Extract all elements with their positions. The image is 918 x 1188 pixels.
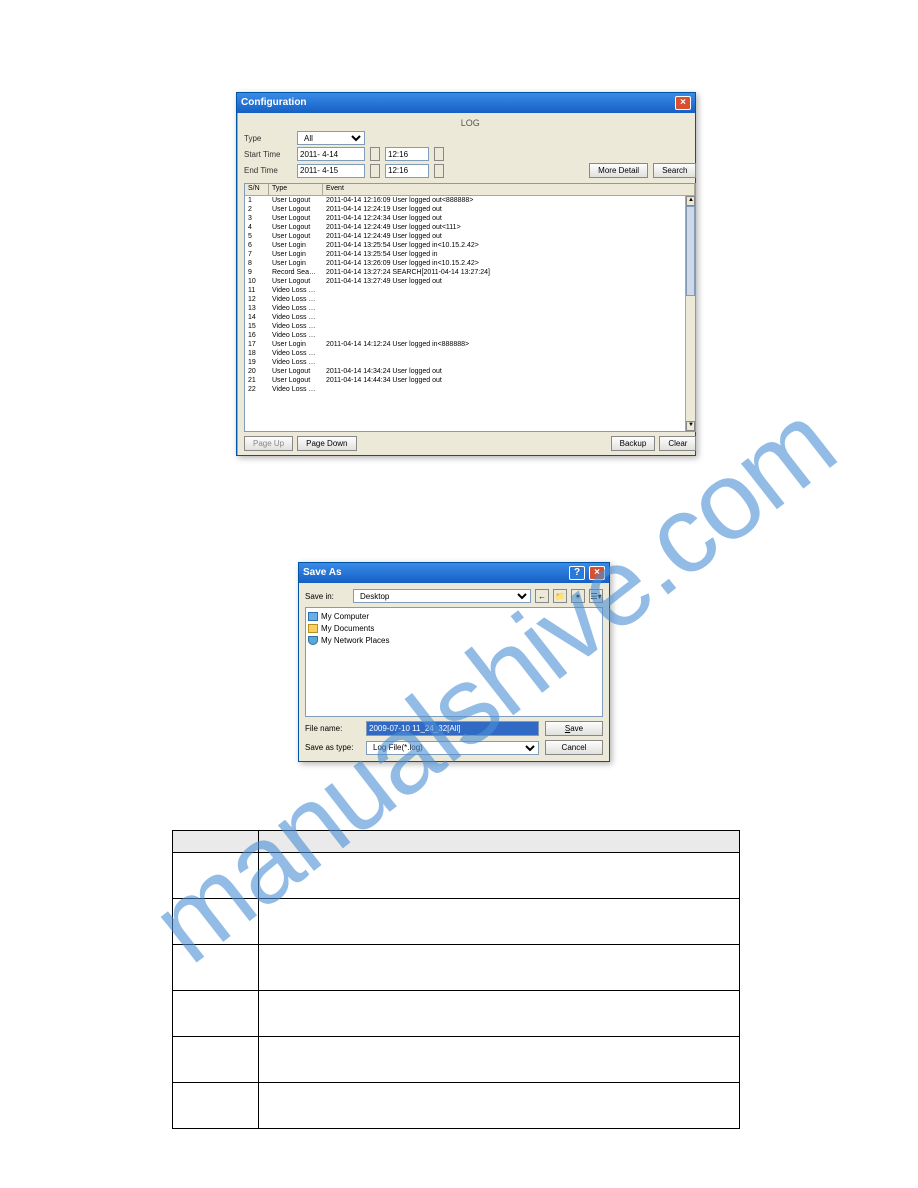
list-item[interactable]: My Network Places (308, 634, 600, 646)
scrollbar[interactable]: ▲ ▼ (685, 196, 695, 431)
scroll-down-icon[interactable]: ▼ (686, 421, 695, 431)
spinner-icon[interactable] (370, 147, 380, 161)
dialog-title: Configuration (241, 93, 307, 113)
list-item[interactable]: My Documents (308, 622, 600, 634)
table-row (173, 991, 740, 1037)
table-row (173, 853, 740, 899)
saveas-dialog: Save As ? × Save in: Desktop ← 📁 ✶ ☰▾ My… (298, 562, 610, 762)
filename-label: File name: (305, 724, 360, 733)
table-row[interactable]: 18Video Loss …2011-04-14 14:12:49 (245, 349, 695, 358)
scroll-thumb[interactable] (686, 206, 695, 296)
table-header (259, 831, 740, 853)
table-row[interactable]: 1User Logout2011-04-14 12:16:09 User log… (245, 196, 695, 205)
pagedown-button[interactable]: Page Down (297, 436, 356, 451)
filename-input[interactable] (366, 721, 539, 736)
table-row[interactable]: 8User Login2011-04-14 13:26:09 User logg… (245, 259, 695, 268)
table-row[interactable]: 2User Logout2011-04-14 12:24:19 User log… (245, 205, 695, 214)
folder-icon (308, 624, 318, 633)
log-panel: LOG Type All Start Time End Time More De… (238, 113, 702, 455)
table-row[interactable]: 9Record Sea…2011-04-14 13:27:24 SEARCH[2… (245, 268, 695, 277)
views-icon[interactable]: ☰▾ (589, 589, 603, 603)
spinner-icon[interactable] (434, 164, 444, 178)
list-item[interactable]: My Computer (308, 610, 600, 622)
table-row[interactable]: 12Video Loss …2011-04-14 14:04:29 (245, 295, 695, 304)
spinner-icon[interactable] (434, 147, 444, 161)
titlebar: Configuration × (237, 93, 695, 113)
end-label: End Time (244, 166, 292, 175)
table-row[interactable]: 11Video Loss …2011-04-14 13:29:29 (245, 286, 695, 295)
savein-select[interactable]: Desktop (353, 589, 531, 603)
saveastype-label: Save as type: (305, 743, 360, 752)
table-row[interactable]: 13Video Loss …2011-04-14 14:04:29 (245, 304, 695, 313)
table-row[interactable]: 16Video Loss …2011-04-14 14:12:09 (245, 331, 695, 340)
table-row[interactable]: 15Video Loss …2011-04-14 14:08:44 (245, 322, 695, 331)
savein-label: Save in: (305, 592, 349, 601)
configuration-dialog: Configuration × Control Panel −Query Sys… (236, 92, 696, 456)
saveastype-select[interactable]: Log File(*.log) (366, 741, 539, 755)
start-label: Start Time (244, 150, 292, 159)
end-date-input[interactable] (297, 164, 365, 178)
save-button[interactable]: Save (545, 721, 603, 736)
col-type[interactable]: Type (269, 184, 323, 195)
end-time-input[interactable] (385, 164, 429, 178)
col-sn[interactable]: S/N (245, 184, 269, 195)
table-row[interactable]: 19Video Loss …2011-04-14 14:25:59 (245, 358, 695, 367)
type-label: Type (244, 134, 292, 143)
file-list[interactable]: My Computer My Documents My Network Plac… (305, 607, 603, 717)
backup-button[interactable]: Backup (611, 436, 656, 451)
up-folder-icon[interactable]: 📁 (553, 589, 567, 603)
table-header (173, 831, 259, 853)
computer-icon (308, 612, 318, 621)
titlebar: Save As ? × (299, 563, 609, 583)
type-select[interactable]: All (297, 131, 365, 145)
scroll-up-icon[interactable]: ▲ (686, 196, 695, 206)
dialog-title: Save As (303, 563, 342, 583)
table-row[interactable]: 14Video Loss …2011-04-14 14:04:29 (245, 313, 695, 322)
close-icon[interactable]: × (589, 566, 605, 580)
network-icon (308, 636, 318, 645)
table-row (173, 899, 740, 945)
table-row[interactable]: 17User Login2011-04-14 14:12:24 User log… (245, 340, 695, 349)
spinner-icon[interactable] (370, 164, 380, 178)
table-row[interactable]: 21User Logout2011-04-14 14:44:34 User lo… (245, 376, 695, 385)
log-list: S/N Type Event 1User Logout2011-04-14 12… (244, 183, 696, 432)
more-detail-button[interactable]: More Detail (589, 163, 648, 178)
clear-button[interactable]: Clear (659, 436, 696, 451)
table-row[interactable]: 7User Login2011-04-14 13:25:54 User logg… (245, 250, 695, 259)
col-event[interactable]: Event (323, 184, 695, 195)
start-time-input[interactable] (385, 147, 429, 161)
table-row[interactable]: 5User Logout2011-04-14 12:24:49 User log… (245, 232, 695, 241)
table-row[interactable]: 10User Logout2011-04-14 13:27:49 User lo… (245, 277, 695, 286)
log-header: S/N Type Event (245, 184, 695, 196)
search-button[interactable]: Search (653, 163, 696, 178)
table-row[interactable]: 20User Logout2011-04-14 14:34:24 User lo… (245, 367, 695, 376)
table-row[interactable]: 3User Logout2011-04-14 12:24:34 User log… (245, 214, 695, 223)
table-row[interactable]: 4User Logout2011-04-14 12:24:49 User log… (245, 223, 695, 232)
pageup-button[interactable]: Page Up (244, 436, 293, 451)
cancel-button[interactable]: Cancel (545, 740, 603, 755)
table-row[interactable]: 6User Login2011-04-14 13:25:54 User logg… (245, 241, 695, 250)
start-date-input[interactable] (297, 147, 365, 161)
table-row (173, 1083, 740, 1129)
table-row (173, 1037, 740, 1083)
doc-table (172, 830, 740, 1129)
help-icon[interactable]: ? (569, 566, 585, 580)
close-icon[interactable]: × (675, 96, 691, 110)
back-icon[interactable]: ← (535, 589, 549, 603)
new-folder-icon[interactable]: ✶ (571, 589, 585, 603)
panel-heading: LOG (244, 117, 696, 131)
table-row (173, 945, 740, 991)
table-row[interactable]: 22Video Loss …2011-04-14 15:14:14 (245, 385, 695, 394)
